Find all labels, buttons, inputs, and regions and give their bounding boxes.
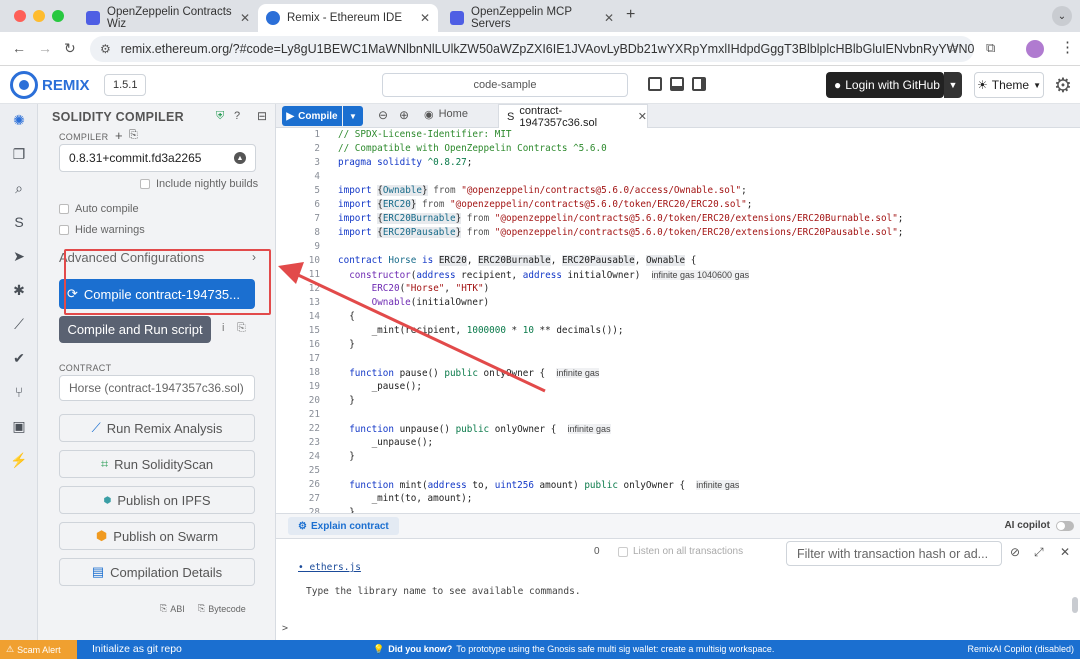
annotation-arrow bbox=[278, 262, 546, 393]
warning-icon: ⚠ bbox=[6, 644, 15, 654]
did-you-know-tip: 💡 Did you know? To prototype using the G… bbox=[373, 644, 775, 654]
scam-alert-button[interactable]: ⚠ Scam Alert bbox=[0, 640, 77, 659]
remixai-copilot-status[interactable]: RemixAI Copilot (disabled) bbox=[967, 644, 1074, 654]
lightbulb-icon: 💡 bbox=[373, 644, 385, 654]
init-git-repo-link[interactable]: Initialize as git repo bbox=[92, 643, 182, 655]
status-bar: ⚠ Scam Alert Initialize as git repo 💡 Di… bbox=[0, 640, 1080, 659]
